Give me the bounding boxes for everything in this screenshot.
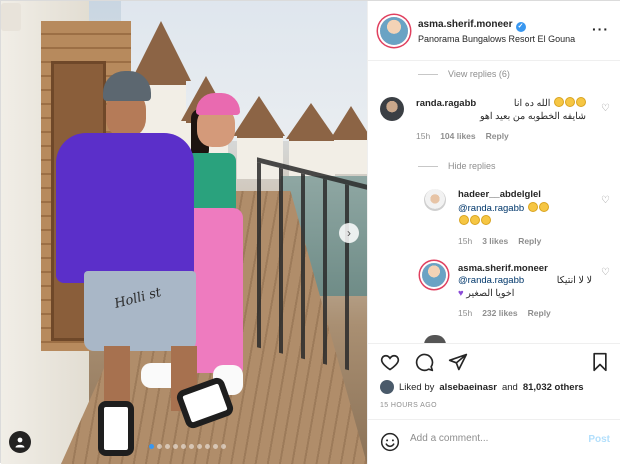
- comment-likes[interactable]: 3 likes: [482, 236, 508, 246]
- reply-button[interactable]: Reply: [486, 131, 509, 141]
- comment: randa.ragabb الله ده انا شايفه الخطوبه م…: [380, 97, 610, 152]
- avatar[interactable]: [422, 263, 446, 287]
- user-tag-icon[interactable]: [9, 431, 31, 453]
- comment-input[interactable]: [410, 433, 580, 444]
- more-horizontal-icon[interactable]: ···: [592, 21, 609, 37]
- purple-heart-emoji: ♥: [458, 288, 464, 299]
- comment-icon[interactable]: [414, 352, 434, 372]
- comment-text: اخويا الصغير: [466, 288, 515, 299]
- comment-like-heart-icon[interactable]: ♡: [601, 267, 610, 278]
- chevron-right-icon[interactable]: ›: [339, 223, 359, 243]
- view-replies-button[interactable]: View replies (6): [418, 69, 510, 79]
- liked-by-username[interactable]: alsebaeinasr: [439, 382, 497, 393]
- post-author-username[interactable]: asma.sherif.moneer: [418, 19, 513, 30]
- avatar[interactable]: [424, 189, 446, 211]
- heart-icon[interactable]: [380, 352, 400, 372]
- likes-count[interactable]: 81,032 others: [523, 382, 584, 393]
- comment-likes[interactable]: 104 likes: [440, 131, 475, 141]
- comment-time[interactable]: 15h: [416, 131, 430, 141]
- comment-text: لا لا انتيكا: [556, 275, 592, 286]
- emoji-smile-icon[interactable]: [380, 432, 400, 455]
- hide-replies-button[interactable]: Hide replies: [418, 161, 496, 171]
- post-button[interactable]: Post: [588, 434, 610, 445]
- comment-text: شايفه الخطوبه من بعيد اهو: [479, 111, 586, 122]
- comments-list: View replies (6) randa.ragabb الله ده ان…: [368, 61, 620, 343]
- comment-mention[interactable]: @randa.ragabb: [458, 203, 524, 214]
- comment-reply: asma.sherif.moneer @randa.ragabb لا لا ا…: [418, 261, 610, 331]
- carousel-dot: [149, 444, 154, 449]
- person-man: Holli st: [56, 71, 236, 456]
- carousel-dot: [181, 444, 186, 449]
- reply-button[interactable]: Reply: [528, 308, 551, 318]
- post-photo[interactable]: Holli st ›: [1, 1, 367, 464]
- comment-username[interactable]: randa.ragabb: [416, 98, 476, 109]
- verified-badge-icon: ✓: [515, 22, 526, 32]
- post-actions: Liked by alsebaeinasr and 81,032 others: [368, 343, 620, 403]
- carousel-dot: [205, 444, 210, 449]
- carousel-indicator: [149, 444, 226, 449]
- likes-summary: Liked by alsebaeinasr and 81,032 others: [380, 380, 584, 394]
- carousel-dot: [213, 444, 218, 449]
- carousel-dot: [165, 444, 170, 449]
- post-header: asma.sherif.moneer ✓ Panorama Bungalows R…: [368, 1, 620, 61]
- post-location[interactable]: Panorama Bungalows Resort El Gouna: [418, 34, 575, 44]
- carousel-dot: [173, 444, 178, 449]
- comment-username[interactable]: hadeer__abdelglel: [458, 189, 588, 200]
- avatar[interactable]: [380, 17, 408, 45]
- avatar[interactable]: [380, 97, 404, 121]
- carousel-dot: [157, 444, 162, 449]
- comment-username[interactable]: asma.sherif.moneer: [458, 263, 592, 274]
- instagram-post-modal: Holli st › asma.sherif.moneer ✓ Panorama …: [0, 0, 620, 464]
- shorts-print: Holli st: [112, 285, 163, 312]
- post-timestamp[interactable]: 15 HOURS AGO: [380, 402, 437, 409]
- comment-mention[interactable]: @randa.ragabb: [458, 274, 524, 287]
- comment-likes[interactable]: 232 likes: [482, 308, 517, 318]
- avatar[interactable]: [380, 380, 394, 394]
- add-comment-bar: Post: [368, 419, 620, 464]
- post-side-panel: asma.sherif.moneer ✓ Panorama Bungalows R…: [367, 1, 620, 464]
- carousel-dot: [197, 444, 202, 449]
- comment-time[interactable]: 15h: [458, 236, 472, 246]
- comment-like-heart-icon[interactable]: ♡: [601, 195, 610, 206]
- bookmark-icon[interactable]: [590, 352, 610, 372]
- comment-like-heart-icon[interactable]: ♡: [601, 103, 610, 114]
- comment-text: الله ده انا: [513, 98, 551, 109]
- carousel-dot: [221, 444, 226, 449]
- comment-time[interactable]: 15h: [458, 308, 472, 318]
- reply-button[interactable]: Reply: [518, 236, 541, 246]
- avatar: [424, 335, 446, 343]
- comment-reply: hadeer__abdelglel @randa.ragabb 15h 3 li…: [424, 189, 610, 259]
- carousel-dot: [189, 444, 194, 449]
- share-icon[interactable]: [448, 352, 468, 372]
